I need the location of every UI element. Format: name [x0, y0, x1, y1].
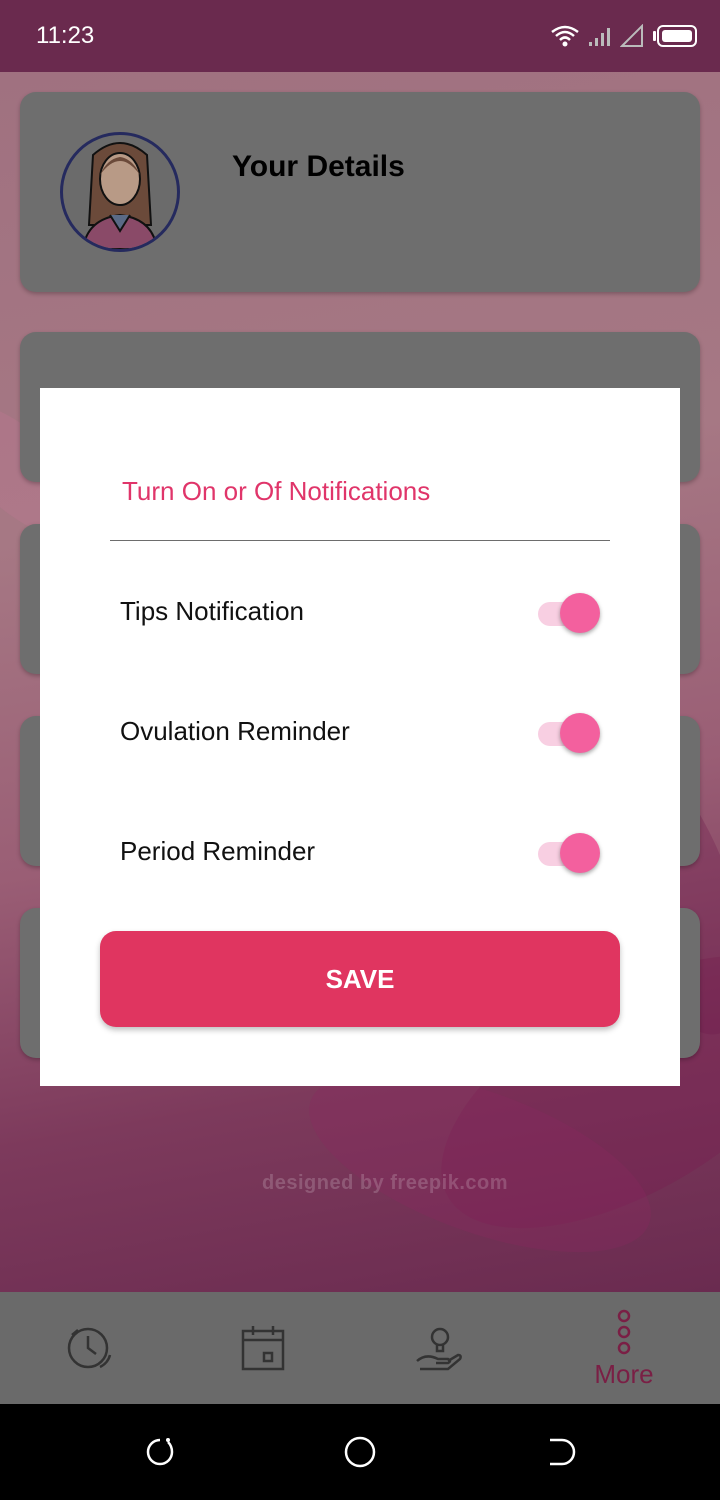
status-time: 11:23	[36, 22, 95, 49]
dialog-divider	[110, 540, 610, 541]
toggle-row-ovulation: Ovulation Reminder	[120, 702, 600, 762]
status-bar: 11:23	[0, 0, 720, 72]
avatar	[60, 132, 180, 252]
ovulation-reminder-switch[interactable]	[534, 712, 600, 756]
switch-thumb	[560, 593, 600, 633]
toggle-label-period: Period Reminder	[120, 836, 316, 866]
recents-icon[interactable]	[142, 1434, 178, 1470]
no-signal-icon	[620, 24, 643, 47]
wifi-icon	[551, 25, 579, 47]
woman-avatar-icon	[81, 142, 159, 249]
nav-item-calendar[interactable]	[218, 1292, 308, 1404]
toggle-label-tips: Tips Notification	[120, 596, 304, 626]
toggle-row-period: Period Reminder	[120, 822, 600, 882]
notifications-dialog: Turn On or Of Notifications Tips Notific…	[40, 388, 680, 1086]
nav-more-label: More	[594, 1358, 654, 1389]
clock-icon	[67, 1327, 112, 1369]
more-dots-icon	[617, 1309, 631, 1354]
battery-icon	[653, 25, 697, 47]
status-icons	[550, 20, 698, 52]
hand-lightbulb-icon	[416, 1327, 462, 1371]
nav-item-more[interactable]: More	[576, 1292, 672, 1404]
switch-thumb	[560, 833, 600, 873]
profile-card[interactable]: Your Details	[20, 92, 700, 292]
system-nav-bar	[0, 1404, 720, 1500]
signal-icon	[589, 28, 610, 46]
switch-thumb	[560, 713, 600, 753]
period-reminder-switch[interactable]	[534, 832, 600, 876]
toggle-label-ovulation: Ovulation Reminder	[120, 716, 350, 746]
freepik-watermark: designed by freepik.com	[262, 1172, 509, 1194]
dialog-title: Turn On or Of Notifications	[122, 476, 431, 506]
toggle-row-tips: Tips Notification	[120, 582, 600, 642]
bottom-nav: More	[0, 1292, 720, 1404]
nav-item-tips[interactable]	[394, 1292, 484, 1404]
home-icon[interactable]	[342, 1434, 378, 1470]
nav-item-reminder[interactable]	[44, 1292, 134, 1404]
calendar-icon	[241, 1326, 285, 1371]
tips-notification-switch[interactable]	[534, 592, 600, 636]
card-title: Your Details	[232, 150, 405, 183]
save-button[interactable]: SAVE	[100, 931, 620, 1027]
back-icon[interactable]	[542, 1434, 578, 1470]
